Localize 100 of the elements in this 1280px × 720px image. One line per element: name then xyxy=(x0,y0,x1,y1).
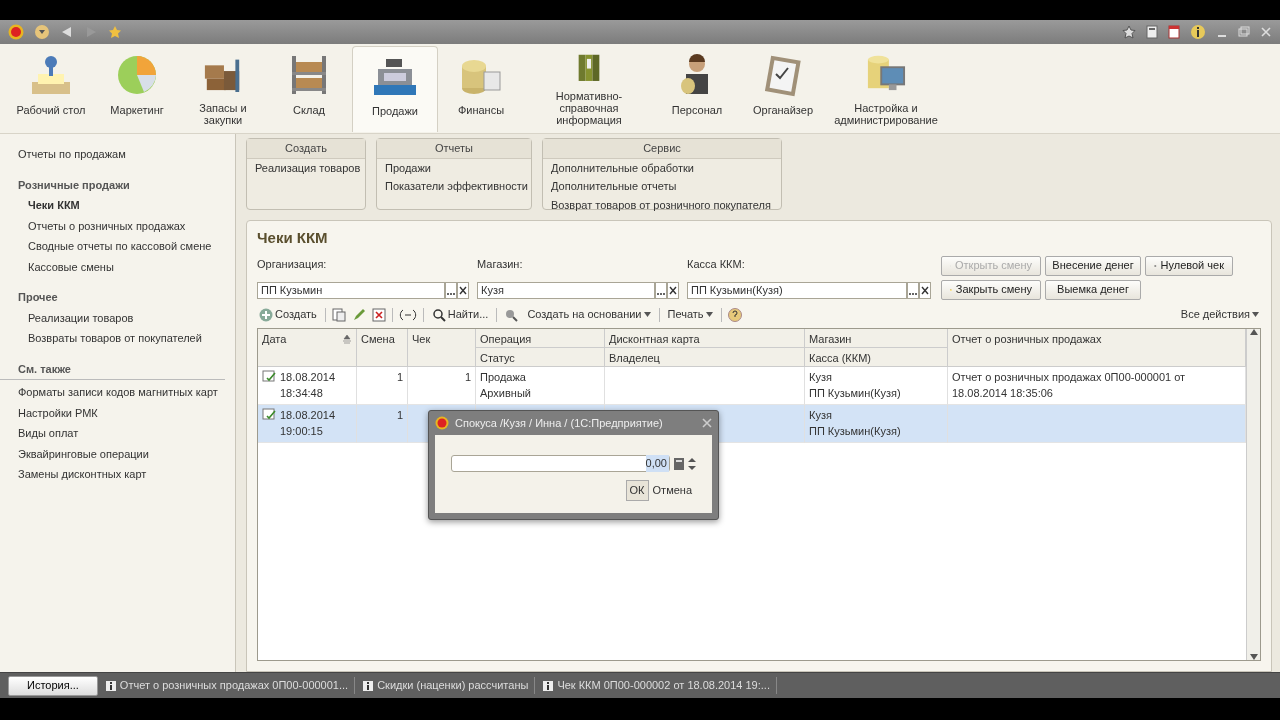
panel-title: Сервис xyxy=(543,139,781,159)
input-field[interactable]: ПП Кузьмин(Кузя) xyxy=(687,281,907,299)
command-link[interactable]: Продажи xyxy=(377,158,439,177)
sidebar-item[interactable]: Отчеты о розничных продажах xyxy=(0,215,235,236)
calculator-icon[interactable] xyxy=(1146,25,1158,39)
number-field[interactable]: 0,00 xyxy=(451,455,670,472)
sidebar-heading: Розничные продажи xyxy=(17,177,131,193)
dialog-button[interactable]: ОК xyxy=(625,480,649,501)
info-icon[interactable] xyxy=(1190,24,1206,40)
column-header[interactable]: Магазин xyxy=(805,328,948,348)
command-link[interactable]: Показатели эффективности xyxy=(377,177,536,196)
section-tab[interactable]: Настройка и администрирование xyxy=(826,46,946,132)
message-item[interactable]: Отчет о розничных продажах 0П00-000001... xyxy=(105,677,356,694)
column-header[interactable]: Дисконтная карта xyxy=(605,328,805,348)
section-tab[interactable]: Персонал xyxy=(654,46,740,132)
close-icon[interactable] xyxy=(702,418,712,428)
create-button[interactable]: Создать xyxy=(257,306,319,323)
sidebar-item[interactable]: Настройки РМК xyxy=(0,402,235,423)
sidebar-item[interactable]: Виды оплат xyxy=(0,423,235,444)
help-icon[interactable] xyxy=(727,307,742,322)
all-actions-button[interactable]: Все действия xyxy=(1178,306,1261,323)
calendar-icon[interactable] xyxy=(1168,25,1180,39)
form-button[interactable]: Закрыть смену xyxy=(941,279,1041,300)
table-cell: 1 xyxy=(357,404,408,443)
print-button[interactable]: Печать xyxy=(665,306,715,323)
caret-icon xyxy=(705,312,713,317)
search-icon xyxy=(431,307,446,322)
info-icon xyxy=(363,680,374,691)
sidebar-item[interactable]: Возвраты товаров от покупателей xyxy=(0,328,235,349)
date-time-text: 18.08.2014 19:00:15 xyxy=(280,407,336,439)
history-button[interactable]: История... xyxy=(8,675,98,696)
clear-icon[interactable] xyxy=(457,281,469,299)
form-button[interactable]: Внесение денег xyxy=(1045,255,1141,276)
logo-icon xyxy=(435,416,449,430)
delete-icon[interactable] xyxy=(371,307,386,322)
sidebar-item[interactable]: Отчеты по продажам xyxy=(0,144,235,165)
section-tab[interactable]: Склад xyxy=(266,46,352,132)
star-icon[interactable] xyxy=(108,25,122,39)
close-icon[interactable] xyxy=(1260,26,1272,38)
ellipsis-icon[interactable] xyxy=(907,281,919,299)
sidebar-item[interactable]: Кассовые смены xyxy=(0,256,235,277)
clear-icon[interactable] xyxy=(667,281,679,299)
section-tab[interactable]: Маркетинг xyxy=(94,46,180,132)
sidebar-item[interactable]: Форматы записи кодов магнитных карт xyxy=(0,382,235,403)
form-button[interactable]: Нулевой чек xyxy=(1145,255,1233,276)
clear-icon[interactable] xyxy=(919,281,931,299)
caret-icon xyxy=(643,312,651,317)
panel-title: Отчеты xyxy=(377,139,531,159)
find-button[interactable]: Найти... xyxy=(429,306,491,323)
back-icon[interactable] xyxy=(60,25,74,39)
plus-icon xyxy=(259,307,273,322)
section-tab[interactable]: Продажи xyxy=(352,46,438,132)
panel-title: Создать xyxy=(247,139,365,159)
sidebar-item[interactable]: Замены дисконтных карт xyxy=(0,464,235,485)
spinner-icon[interactable] xyxy=(688,456,696,471)
sidebar-item[interactable]: Сводные отчеты по кассовой смене xyxy=(0,236,235,257)
sidebar-heading: Прочее xyxy=(17,290,59,305)
command-link[interactable]: Дополнительные отчеты xyxy=(543,177,685,196)
column-header[interactable]: Отчет о розничных продажах xyxy=(948,328,1246,367)
scroll-up-icon[interactable] xyxy=(1249,328,1258,335)
scroll-down-icon[interactable] xyxy=(1249,654,1258,660)
command-link[interactable]: Реализация товаров xyxy=(247,158,369,177)
field-label: Магазин: xyxy=(477,256,524,272)
create-based-on-button[interactable]: Создать на основании xyxy=(525,306,653,323)
input-field[interactable]: Кузя xyxy=(477,281,655,299)
ellipsis-icon[interactable] xyxy=(445,281,457,299)
sidebar-heading: См. также xyxy=(0,348,225,380)
section-tab[interactable]: Финансы xyxy=(438,46,524,132)
message-item[interactable]: Скидки (наценки) рассчитаны xyxy=(363,677,536,694)
ellipsis-icon[interactable] xyxy=(655,281,667,299)
table-cell: Продажа Архивный xyxy=(476,366,605,405)
menu-icon[interactable] xyxy=(34,24,50,40)
column-header-label: Дата xyxy=(262,331,287,347)
column-header[interactable]: Операция xyxy=(476,328,605,348)
logo-icon xyxy=(8,24,24,40)
table-cell: Кузя ПП Кузьмин(Кузя) xyxy=(805,366,948,405)
dialog-button[interactable]: Отмена xyxy=(648,480,696,501)
copy-icon[interactable] xyxy=(331,307,346,322)
command-link[interactable]: Возврат товаров от розничного покупателя xyxy=(543,195,779,214)
date-time-text: 18.08.2014 18:34:48 xyxy=(280,369,336,401)
bookmark-icon[interactable] xyxy=(1122,25,1136,39)
sidebar-item[interactable]: Реализации товаров xyxy=(0,307,235,328)
section-tab[interactable]: Запасы и закупки xyxy=(180,46,266,132)
column-header[interactable]: Чек xyxy=(408,328,476,367)
table-cell: 1 xyxy=(408,366,476,405)
cancel-search-icon[interactable] xyxy=(503,307,520,322)
section-tab[interactable]: Рабочий стол xyxy=(8,46,94,132)
field-label: Организация: xyxy=(257,256,328,272)
form-button[interactable]: Выемка денег xyxy=(1045,279,1141,300)
column-header[interactable]: Смена xyxy=(357,328,408,367)
input-field[interactable]: ПП Кузьмин xyxy=(257,281,445,299)
message-item[interactable]: Чек ККМ 0П00-000002 от 18.08.2014 19:... xyxy=(543,677,777,694)
pencil-icon[interactable] xyxy=(351,307,366,322)
calculator-icon[interactable] xyxy=(674,457,684,470)
section-tab[interactable]: Нормативно-справочная информация xyxy=(524,46,654,132)
field-label: Касса ККМ: xyxy=(687,256,746,272)
section-tab[interactable]: Органайзер xyxy=(740,46,826,132)
command-link[interactable]: Дополнительные обработки xyxy=(543,158,702,177)
sidebar-item[interactable]: Чеки ККМ xyxy=(0,195,235,216)
sidebar-item[interactable]: Эквайринговые операции xyxy=(0,443,235,464)
